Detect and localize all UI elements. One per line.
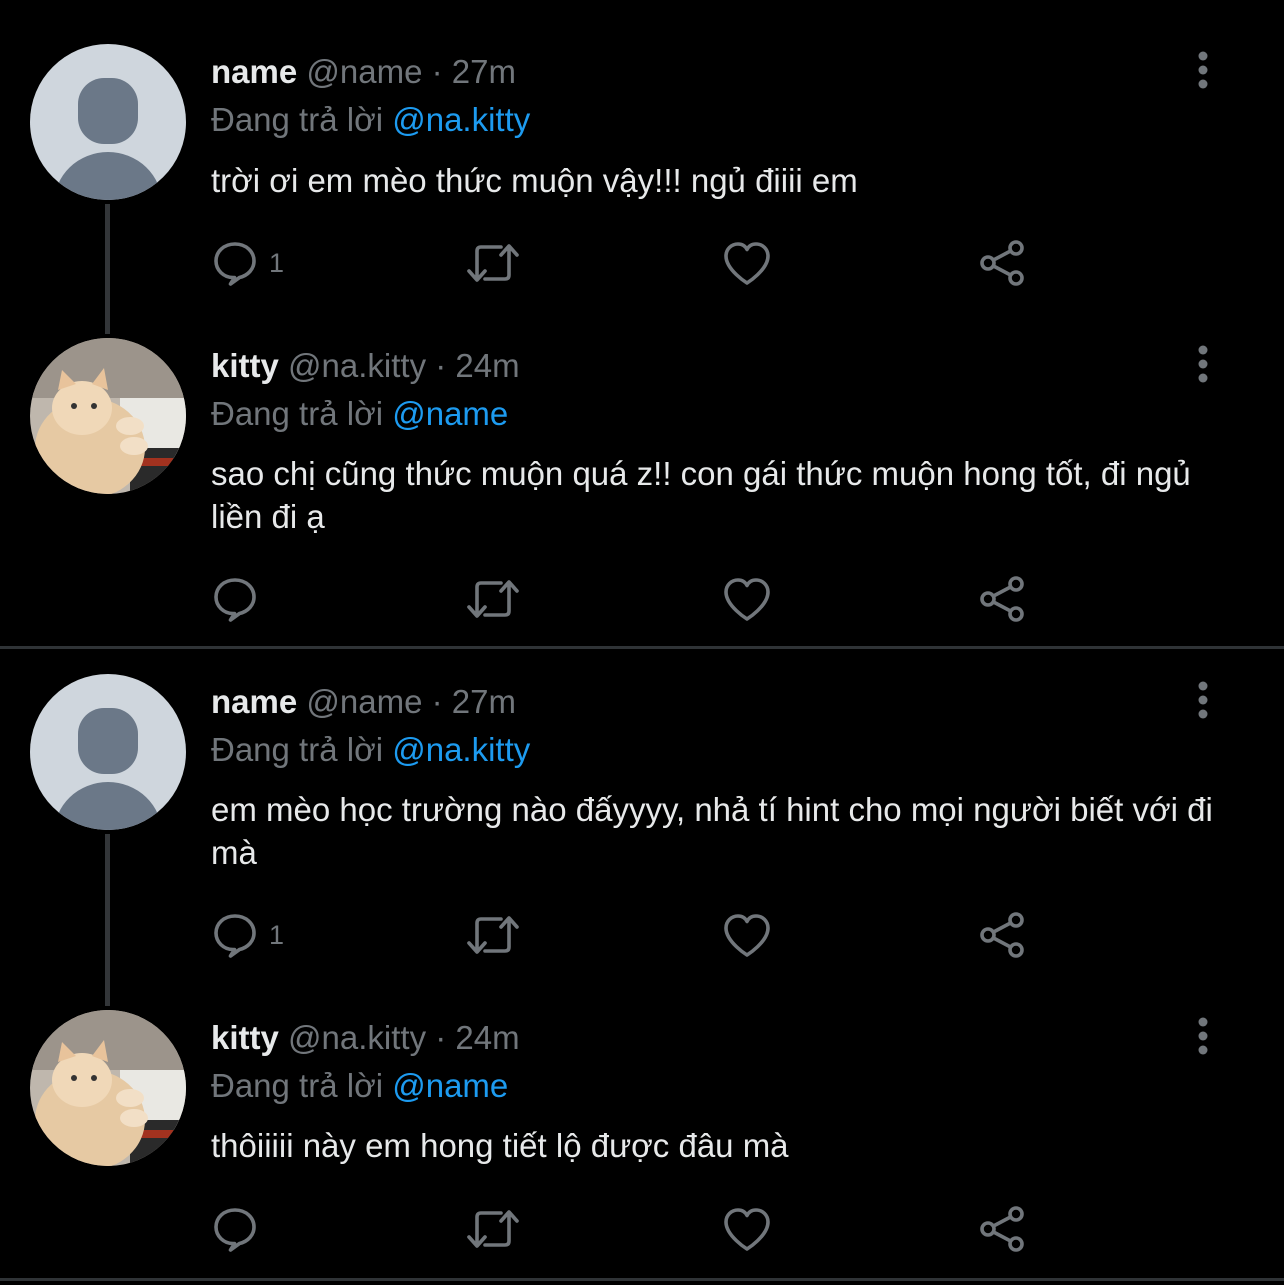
timestamp[interactable]: 27m	[452, 53, 516, 90]
reply-prefix: Đang trả lời	[211, 395, 384, 432]
separator-dot: ·	[435, 347, 447, 384]
thread-divider	[0, 1278, 1284, 1281]
timestamp[interactable]: 27m	[452, 683, 516, 720]
timestamp[interactable]: 24m	[455, 1019, 519, 1056]
cat-avatar[interactable]	[30, 338, 186, 494]
tweet-3[interactable]: name @name · 27m Đang trả lời @na.kitty …	[0, 674, 1284, 1006]
retweet-arrows-icon	[467, 1210, 519, 1248]
display-name[interactable]: kitty	[211, 347, 279, 384]
handle[interactable]: @na.kitty	[288, 1019, 426, 1056]
reply-prefix: Đang trả lời	[211, 101, 384, 138]
retweet-arrows-icon	[467, 244, 519, 282]
share-button[interactable]	[977, 574, 1027, 624]
heart-icon	[724, 578, 770, 621]
like-button[interactable]	[722, 574, 772, 624]
tweet-4[interactable]: kitty @na.kitty · 24m Đang trả lời @name…	[0, 1010, 1284, 1272]
share-button[interactable]	[977, 1204, 1027, 1254]
heart-icon	[724, 1208, 770, 1251]
default-avatar[interactable]	[30, 674, 186, 830]
separator-dot: ·	[431, 53, 443, 90]
tweet-2[interactable]: kitty @na.kitty · 24m Đang trả lời @name…	[0, 338, 1284, 638]
retweet-button[interactable]	[465, 574, 521, 624]
like-button[interactable]	[722, 238, 772, 288]
retweet-arrows-icon	[467, 916, 519, 954]
speech-bubble-icon	[214, 914, 256, 958]
reply-to-link[interactable]: @name	[392, 395, 508, 432]
reply-button[interactable]	[211, 1204, 269, 1254]
reply-count: 1	[269, 247, 285, 278]
reply-prefix: Đang trả lời	[211, 1067, 384, 1104]
default-avatar[interactable]	[30, 44, 186, 200]
share-button[interactable]	[977, 238, 1027, 288]
timestamp[interactable]: 24m	[455, 347, 519, 384]
more-options-icon[interactable]	[1188, 344, 1218, 384]
tweet-text: trời ơi em mèo thức muộn vậy!!! ngủ điii…	[211, 162, 858, 199]
reply-button[interactable]	[211, 574, 269, 624]
reply-button[interactable]: 1	[211, 238, 284, 288]
cat-avatar[interactable]	[30, 1010, 186, 1166]
more-options-icon[interactable]	[1188, 680, 1218, 720]
thread-connector	[105, 204, 110, 334]
separator-dot: ·	[431, 683, 443, 720]
tweet-text: sao chị cũng thức muộn quá z!! con gái t…	[211, 455, 1191, 535]
tweet-text: em mèo học trường nào đấyyyy, nhả tí hin…	[211, 791, 1213, 871]
share-icon	[980, 1206, 1024, 1252]
reply-button[interactable]: 1	[211, 910, 284, 960]
reply-prefix: Đang trả lời	[211, 731, 384, 768]
like-button[interactable]	[722, 1204, 772, 1254]
share-button[interactable]	[977, 910, 1027, 960]
speech-bubble-icon	[214, 242, 256, 286]
heart-icon	[724, 242, 770, 285]
share-icon	[980, 576, 1024, 622]
tweet-1[interactable]: name @name · 27m Đang trả lời @na.kitty …	[0, 44, 1284, 334]
like-button[interactable]	[722, 910, 772, 960]
handle[interactable]: @na.kitty	[288, 347, 426, 384]
more-options-icon[interactable]	[1188, 50, 1218, 90]
handle[interactable]: @name	[306, 53, 422, 90]
display-name[interactable]: name	[211, 53, 297, 90]
speech-bubble-icon	[214, 1208, 256, 1252]
reply-to-link[interactable]: @name	[392, 1067, 508, 1104]
handle[interactable]: @name	[306, 683, 422, 720]
share-icon	[980, 240, 1024, 286]
thread-divider	[0, 646, 1284, 649]
retweet-button[interactable]	[465, 238, 521, 288]
heart-icon	[724, 914, 770, 957]
more-options-icon[interactable]	[1188, 1016, 1218, 1056]
retweet-button[interactable]	[465, 910, 521, 960]
thread-connector	[105, 834, 110, 1006]
retweet-arrows-icon	[467, 580, 519, 618]
reply-to-link[interactable]: @na.kitty	[392, 101, 530, 138]
share-icon	[980, 912, 1024, 958]
speech-bubble-icon	[214, 578, 256, 622]
reply-count: 1	[269, 919, 285, 950]
tweet-text: thôiiiii này em hong tiết lộ được đâu mà	[211, 1127, 789, 1164]
display-name[interactable]: name	[211, 683, 297, 720]
reply-to-link[interactable]: @na.kitty	[392, 731, 530, 768]
display-name[interactable]: kitty	[211, 1019, 279, 1056]
retweet-button[interactable]	[465, 1204, 521, 1254]
separator-dot: ·	[435, 1019, 447, 1056]
